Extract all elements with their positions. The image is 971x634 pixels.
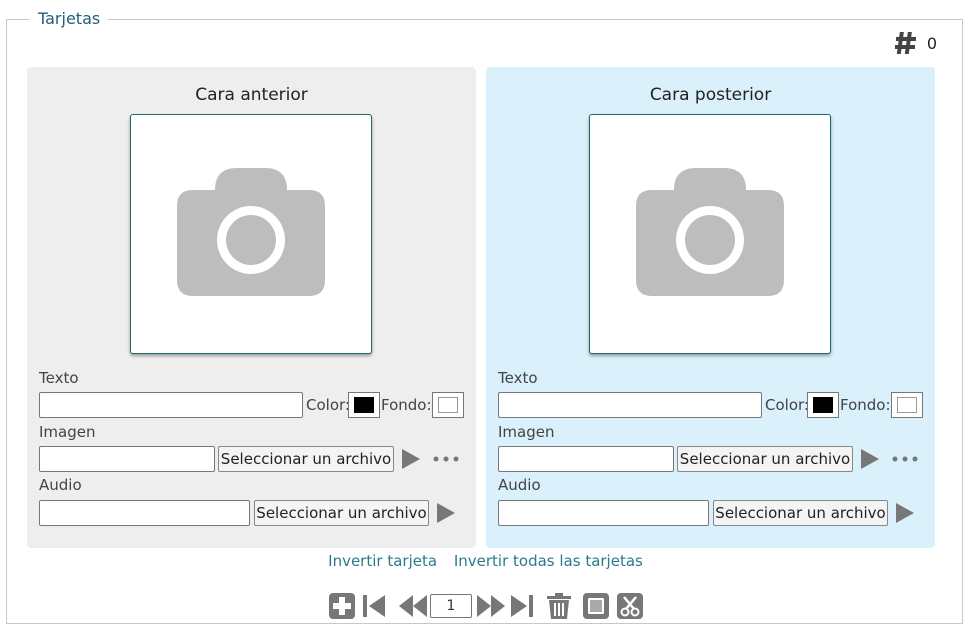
back-text-color-picker[interactable]: [807, 392, 839, 418]
back-text-input[interactable]: [498, 392, 762, 418]
first-page-icon[interactable]: [362, 592, 386, 620]
back-image-label: Imagen: [498, 423, 555, 441]
add-icon[interactable]: [328, 592, 356, 620]
front-audio-input[interactable]: [39, 500, 250, 526]
front-side-panel: Cara anterior Texto Color: Fondo: Imagen…: [27, 67, 476, 548]
front-text-label: Texto: [39, 369, 79, 387]
play-icon[interactable]: [435, 502, 457, 524]
invert-all-cards-link[interactable]: Invertir todas las tarjetas: [454, 552, 643, 570]
front-image-label: Imagen: [39, 423, 96, 441]
back-side-panel: Cara posterior Texto Color: Fondo: Image…: [486, 67, 935, 548]
back-audio-select-button[interactable]: Seleccionar un archivo: [713, 500, 888, 526]
next-icon[interactable]: [476, 592, 506, 620]
back-bg-color-picker[interactable]: [891, 392, 923, 418]
last-page-icon[interactable]: [510, 592, 534, 620]
back-image-input[interactable]: [498, 446, 674, 472]
card-count: 0: [926, 33, 937, 53]
fieldset-legend: Tarjetas: [30, 9, 109, 29]
front-image-select-button[interactable]: Seleccionar un archivo: [218, 446, 394, 472]
cut-icon[interactable]: [616, 592, 644, 620]
back-audio-label: Audio: [498, 476, 541, 494]
front-image-box[interactable]: [130, 114, 372, 354]
front-title: Cara anterior: [195, 85, 308, 105]
invert-links: Invertir tarjeta Invertir todas las tarj…: [0, 551, 971, 571]
back-title: Cara posterior: [649, 85, 772, 105]
copy-icon[interactable]: [582, 592, 610, 620]
back-color-label: Color:: [765, 396, 809, 414]
previous-icon[interactable]: [398, 592, 428, 620]
front-bg-label: Fondo:: [381, 396, 432, 414]
back-text-label: Texto: [498, 369, 538, 387]
play-icon[interactable]: [894, 502, 916, 524]
front-text-color-picker[interactable]: [348, 392, 380, 418]
camera-icon: [636, 168, 784, 300]
page-number-input[interactable]: 1: [430, 594, 472, 618]
front-bg-color-picker[interactable]: [432, 392, 464, 418]
play-icon[interactable]: [859, 448, 881, 470]
back-image-select-button[interactable]: Seleccionar un archivo: [677, 446, 853, 472]
back-bg-label: Fondo:: [840, 396, 891, 414]
front-color-label: Color:: [306, 396, 350, 414]
invert-card-link[interactable]: Invertir tarjeta: [328, 552, 437, 570]
front-audio-select-button[interactable]: Seleccionar un archivo: [254, 500, 429, 526]
more-dots-icon[interactable]: [431, 448, 461, 470]
camera-icon: [177, 168, 325, 300]
card-toolbar: 1: [0, 592, 971, 620]
front-image-input[interactable]: [39, 446, 215, 472]
trash-icon[interactable]: [546, 592, 572, 620]
card-counter: 0: [894, 31, 937, 55]
hash-icon: [894, 31, 917, 55]
play-icon[interactable]: [400, 448, 422, 470]
more-dots-icon[interactable]: [890, 448, 920, 470]
back-audio-input[interactable]: [498, 500, 709, 526]
front-text-input[interactable]: [39, 392, 303, 418]
back-image-box[interactable]: [589, 114, 831, 354]
front-audio-label: Audio: [39, 476, 82, 494]
